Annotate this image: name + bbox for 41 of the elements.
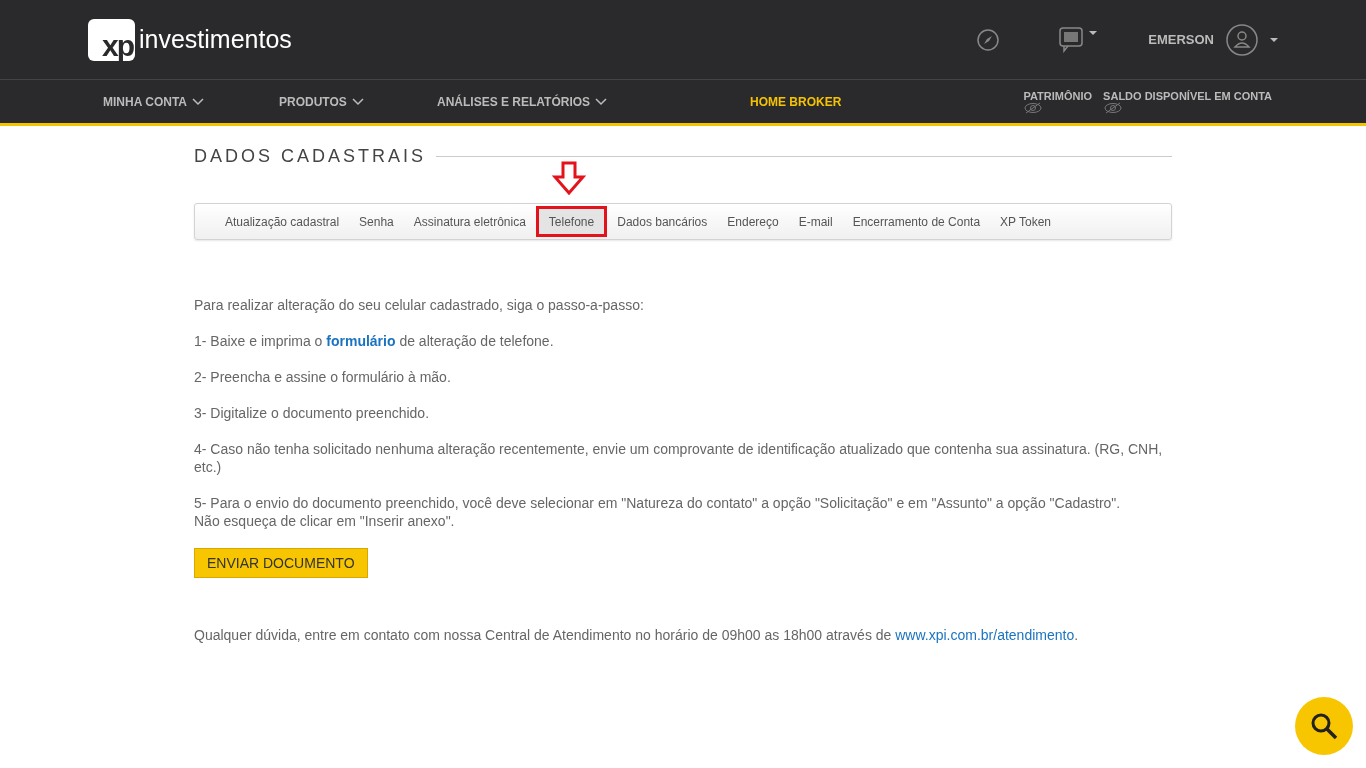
footer-text: Qualquer dúvida, entre em contato com nossa Central de Atendimento no horário de 09h00 as 18h00 através de www.xpi.com.br/atendimento. bbox=[194, 626, 1080, 644]
form-link[interactable]: formulário bbox=[326, 333, 396, 349]
chevron-down-icon bbox=[595, 97, 608, 106]
search-icon bbox=[1310, 712, 1338, 740]
chat-icon[interactable] bbox=[1059, 26, 1084, 53]
step-text: 4- Caso não tenha solicitado nenhuma alteração recentemente, envie um comprovante de identificação atualizado que contenha sua assinatura. (RG, CNH, etc.) bbox=[194, 440, 1164, 476]
nav-link[interactable]: HOME BROKER bbox=[750, 94, 950, 109]
logo-mark: xp bbox=[88, 18, 135, 61]
nav-menu[interactable]: MINHA CONTA bbox=[103, 94, 279, 109]
chevron-down-icon bbox=[351, 97, 364, 106]
page-title: DADOS CADASTRAIS bbox=[194, 146, 427, 167]
send-document-button[interactable]: ENVIAR DOCUMENTO bbox=[194, 548, 368, 578]
eye-hidden-icon[interactable] bbox=[1023, 101, 1044, 114]
tab[interactable]: E-mail bbox=[788, 214, 843, 229]
nav-menu[interactable]: PRODUTOS bbox=[279, 94, 437, 109]
tab[interactable]: Assinatura eletrônica bbox=[403, 214, 536, 229]
tab[interactable]: Telefone bbox=[535, 206, 608, 237]
balance-label: SALDO DISPONÍVEL EM CONTA bbox=[1103, 89, 1272, 102]
tab[interactable]: Encerramento de Conta bbox=[842, 214, 991, 229]
eye-hidden-icon[interactable] bbox=[1103, 101, 1124, 114]
tab[interactable]: Atualização cadastral bbox=[215, 214, 350, 229]
nav-menu[interactable]: ANÁLISES E RELATÓRIOS bbox=[437, 94, 750, 109]
logo-text: investimentos bbox=[139, 25, 292, 54]
step-text: 5- Para o envio do documento preenchido, você deve selecionar em "Natureza do contato" a opção "Solicitação" e em "Assunto" a opção "Cadastro". Não esqueça de clicar em "Inserir anexo". bbox=[194, 494, 1122, 530]
intro-text: Para realizar alteração do seu celular cadastrado, siga o passo-a-passo: bbox=[194, 296, 645, 314]
step-text: 2- Preencha e assine o formulário à mão. bbox=[194, 368, 452, 386]
compass-icon[interactable] bbox=[977, 28, 1000, 51]
caret-icon[interactable] bbox=[1270, 37, 1278, 42]
step-text: 3- Digitalize o documento preenchido. bbox=[194, 404, 431, 422]
down-arrow-icon bbox=[552, 161, 586, 195]
user-name[interactable]: EMERSON bbox=[1148, 32, 1214, 47]
caret-icon[interactable] bbox=[1089, 30, 1098, 35]
tab[interactable]: Endereço bbox=[717, 214, 789, 229]
search-button[interactable] bbox=[1295, 697, 1353, 755]
balance-label: PATRIMÔNIO bbox=[1023, 89, 1093, 102]
tab[interactable]: Dados bancários bbox=[607, 214, 718, 229]
chevron-down-icon bbox=[192, 97, 204, 106]
tab[interactable]: Senha bbox=[349, 214, 404, 229]
user-avatar-icon[interactable] bbox=[1226, 23, 1258, 56]
step-text: 1- Baixe e imprima o formulário de alteração de telefone. bbox=[194, 332, 555, 350]
tab[interactable]: XP Token bbox=[990, 214, 1061, 229]
